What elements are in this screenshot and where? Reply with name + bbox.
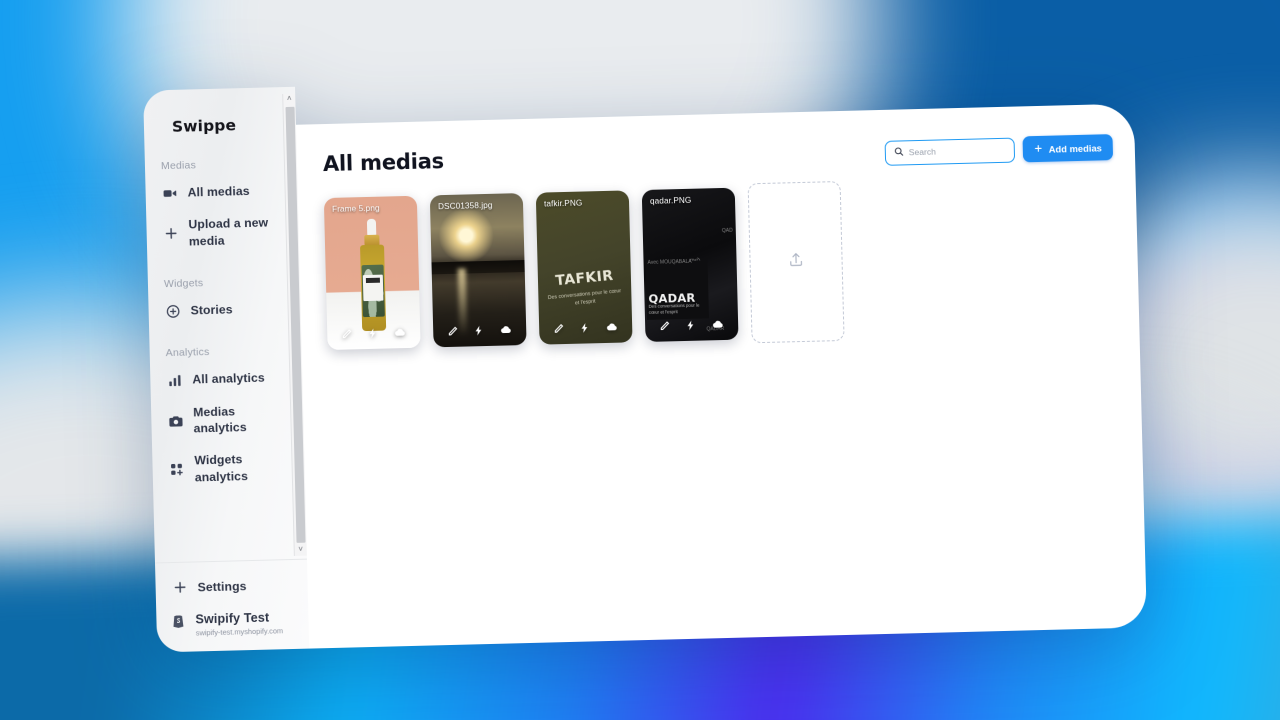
media-card[interactable]: TAFKIR Des conversations pour le cœur et…	[535, 190, 633, 345]
search-placeholder: Search	[908, 146, 937, 158]
sidebar-item-settings[interactable]: Settings	[169, 572, 298, 602]
widgets-icon	[168, 461, 184, 477]
media-card-actions	[539, 312, 633, 344]
thumbnail-title: TAFKIR	[554, 267, 615, 290]
cloud-upload-icon[interactable]	[712, 318, 724, 330]
plus-icon	[1034, 143, 1043, 154]
camera-icon	[167, 413, 183, 429]
video-camera-icon	[161, 185, 177, 201]
add-medias-button[interactable]: Add medias	[1022, 134, 1114, 163]
store-info: Swipify Test swipify-test.myshopify.com	[195, 610, 284, 638]
toolbar: Search Add medias	[884, 134, 1114, 166]
sidebar-item-medias-analytics[interactable]: Medias analytics	[165, 397, 294, 443]
edit-icon[interactable]	[659, 320, 670, 331]
plus-icon	[162, 225, 178, 241]
sidebar-item-label: Stories	[190, 302, 233, 318]
search-icon	[893, 143, 904, 161]
media-filename: tafkir.PNG	[543, 198, 583, 209]
sidebar-item-label: Widgets analytics	[194, 452, 249, 485]
cloud-upload-icon[interactable]	[500, 323, 512, 335]
sidebar-item-widgets-analytics[interactable]: Widgets analytics	[166, 445, 295, 491]
app-window: Swippe Medias All medias Upload a new me…	[143, 66, 1147, 653]
shopify-bag-icon	[170, 613, 186, 629]
media-card[interactable]: QAD QAD QADAR Avec MOUQABALA QADAR Des c…	[641, 187, 739, 342]
main-content: All medias Search Add medias Frame 5.png…	[295, 103, 1147, 649]
cloud-upload-icon[interactable]	[606, 321, 618, 333]
upload-icon	[787, 251, 805, 273]
media-card-actions	[433, 315, 527, 347]
sidebar-item-all-analytics[interactable]: All analytics	[164, 364, 293, 394]
sidebar: Swippe Medias All medias Upload a new me…	[143, 86, 310, 653]
sidebar-item-upload-new-media[interactable]: Upload a new media	[160, 209, 289, 255]
media-card-actions	[327, 318, 421, 350]
sidebar-item-all-medias[interactable]: All medias	[159, 177, 288, 207]
media-filename: DSC01358.jpg	[437, 200, 493, 212]
media-card[interactable]: DSC01358.jpg	[429, 193, 527, 348]
edit-icon[interactable]	[553, 323, 564, 334]
upload-dropzone[interactable]	[747, 180, 845, 344]
lightning-icon[interactable]	[368, 327, 379, 338]
store-url: swipify-test.myshopify.com	[195, 626, 284, 638]
lightning-icon[interactable]	[474, 325, 485, 336]
store-switcher[interactable]: Swipify Test swipify-test.myshopify.com	[170, 610, 299, 638]
plus-icon	[171, 579, 187, 595]
sidebar-footer: Settings Swipify Test swipify-test.mysho…	[154, 558, 310, 653]
serum-bottle-illustration	[359, 218, 386, 332]
settings-label: Settings	[197, 578, 247, 595]
media-card[interactable]: Frame 5.png	[323, 195, 421, 351]
media-card-actions	[645, 310, 739, 342]
circle-plus-icon	[164, 303, 180, 319]
sidebar-section-label-analytics: Analytics	[165, 346, 210, 360]
sidebar-section-label-widgets: Widgets	[163, 277, 204, 291]
media-grid: Frame 5.png DSC01358.jpg TAFKIR Des conv…	[323, 178, 1114, 354]
lightning-icon[interactable]	[580, 322, 591, 333]
sidebar-item-label: All analytics	[192, 371, 265, 387]
sidebar-section-label-medias: Medias	[160, 159, 197, 173]
edit-icon[interactable]	[341, 328, 352, 339]
sidebar-item-label: Upload a new media	[188, 215, 269, 249]
cloud-upload-icon[interactable]	[394, 326, 406, 338]
media-filename: qadar.PNG	[649, 195, 692, 206]
media-filename: Frame 5.png	[331, 203, 380, 214]
edit-icon[interactable]	[447, 325, 458, 336]
lightning-icon[interactable]	[685, 319, 696, 330]
thumbnail-subtitle: Des conversations pour le cœur et l'espr…	[547, 288, 622, 307]
scroll-up-arrow-icon[interactable]: ˄	[287, 94, 292, 105]
sidebar-nav: Medias All medias Upload a new media Wid…	[144, 133, 307, 562]
search-input[interactable]: Search	[884, 137, 1015, 166]
sidebar-item-stories[interactable]: Stories	[162, 295, 291, 325]
bar-chart-icon	[166, 372, 182, 388]
scroll-down-arrow-icon[interactable]: ˅	[298, 545, 303, 556]
sidebar-item-label: All medias	[187, 183, 250, 200]
store-name: Swipify Test	[195, 610, 270, 627]
thumbnail-caption: Avec MOUQABALA	[647, 258, 692, 266]
add-medias-label: Add medias	[1048, 141, 1102, 155]
sidebar-item-label: Medias analytics	[193, 404, 247, 436]
